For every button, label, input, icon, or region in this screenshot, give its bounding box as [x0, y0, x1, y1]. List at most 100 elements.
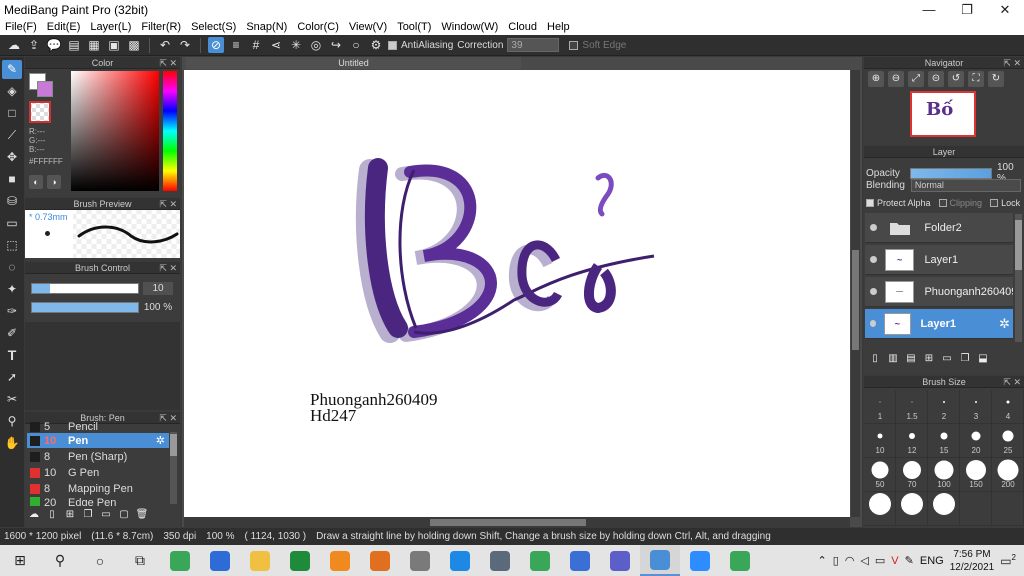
- menu-layer[interactable]: Layer(L): [85, 21, 136, 33]
- brush-size-preset[interactable]: 20: [960, 424, 992, 458]
- fit-icon[interactable]: ⤢: [908, 71, 924, 87]
- clock[interactable]: 7:56 PM 12/2/2021: [950, 548, 995, 574]
- bucket-tool-icon[interactable]: ⛁: [2, 192, 22, 211]
- brush-size-preset[interactable]: [960, 492, 992, 526]
- layer-row[interactable]: ~ Layer1: [865, 245, 1013, 275]
- operation-tool-icon[interactable]: ➚: [2, 368, 22, 387]
- cloud-brush-icon[interactable]: ☁: [27, 508, 41, 522]
- layer-blending-dropdown[interactable]: Normal: [910, 179, 1021, 192]
- message-icon[interactable]: ▤: [66, 37, 82, 53]
- battery-icon[interactable]: ▭: [875, 554, 885, 567]
- canvas-vertical-scrollbar[interactable]: [851, 70, 860, 517]
- divide-tool-icon[interactable]: ✂: [2, 390, 22, 409]
- app-4-taskbar-icon[interactable]: [320, 545, 360, 576]
- delete-icon[interactable]: 🗑: [135, 508, 149, 522]
- panel-close-icon[interactable]: ⇱ ✕: [159, 198, 177, 210]
- snap-off-icon[interactable]: ⊘: [208, 37, 224, 53]
- add-brush-icon[interactable]: ⊞: [63, 508, 77, 522]
- brush-item[interactable]: 8 Mapping Pen: [27, 481, 169, 496]
- select-eraser-tool-icon[interactable]: ✐: [2, 324, 22, 343]
- snap-parallel-icon[interactable]: ≡: [228, 37, 244, 53]
- brush-item[interactable]: 10 G Pen: [27, 465, 169, 480]
- snap-settings-icon[interactable]: ⚙: [368, 37, 384, 53]
- lasso-tool-icon[interactable]: ◌: [2, 258, 22, 277]
- antivirus-icon[interactable]: V: [891, 555, 898, 567]
- text-tool-icon[interactable]: T: [2, 346, 22, 365]
- fill-rect-tool-icon[interactable]: ■: [2, 170, 22, 189]
- protect-alpha-checkbox[interactable]: [866, 199, 874, 207]
- menu-cloud[interactable]: Cloud: [503, 21, 542, 33]
- menu-window[interactable]: Window(W): [436, 21, 503, 33]
- menu-filter[interactable]: Filter(R): [136, 21, 186, 33]
- app-5-taskbar-icon[interactable]: [360, 545, 400, 576]
- app-3-taskbar-icon[interactable]: [280, 545, 320, 576]
- medibang-taskbar-icon[interactable]: [640, 545, 680, 576]
- pen-icon[interactable]: ✎: [905, 554, 914, 567]
- menu-select[interactable]: Select(S): [186, 21, 241, 33]
- snap-vanish-icon[interactable]: ⋖: [268, 37, 284, 53]
- new-8bit-layer-icon[interactable]: ▤: [904, 352, 918, 366]
- brush-size-value[interactable]: 10: [143, 282, 173, 295]
- app-7-taskbar-icon[interactable]: [480, 545, 520, 576]
- wifi-icon[interactable]: ◠: [845, 554, 855, 567]
- zalo-taskbar-icon[interactable]: [440, 545, 480, 576]
- grid-icon[interactable]: ▩: [126, 37, 142, 53]
- lock-checkbox[interactable]: [990, 199, 999, 207]
- zoom-in-icon[interactable]: ⊕: [868, 71, 884, 87]
- brush-size-preset[interactable]: 3: [960, 390, 992, 424]
- brush-size-preset[interactable]: [896, 492, 928, 526]
- panel-close-icon[interactable]: ⇱ ✕: [159, 57, 177, 69]
- task-view-icon[interactable]: ⧉: [120, 545, 160, 576]
- file-explorer-taskbar-icon[interactable]: [240, 545, 280, 576]
- comment-icon[interactable]: 💬: [46, 37, 62, 53]
- color-settings-icon[interactable]: ◑: [47, 175, 61, 189]
- folder-icon[interactable]: ▭: [99, 508, 113, 522]
- redo-icon[interactable]: ↷: [177, 37, 193, 53]
- correction-dropdown[interactable]: 39: [507, 38, 560, 52]
- zoom-reset-icon[interactable]: ⊝: [928, 71, 944, 87]
- duplicate-layer-icon[interactable]: ❐: [958, 352, 972, 366]
- line-tool-icon[interactable]: ⟋: [2, 126, 22, 145]
- select-tool-icon[interactable]: ⬚: [2, 236, 22, 255]
- canvas-horizontal-scrollbar[interactable]: [184, 517, 850, 527]
- layer-list-scrollbar[interactable]: [1015, 214, 1022, 342]
- brush-size-preset[interactable]: 50: [864, 458, 896, 492]
- brush-size-preset[interactable]: 4: [992, 390, 1024, 424]
- canvas-tab[interactable]: Untitled: [186, 57, 521, 69]
- brush-size-preset[interactable]: 2: [928, 390, 960, 424]
- volume-icon[interactable]: ◁: [860, 554, 868, 567]
- cloud-icon[interactable]: ☁: [6, 37, 22, 53]
- brush-item[interactable]: 8 Pen (Sharp): [27, 449, 169, 464]
- maximize-button[interactable]: ❐: [948, 2, 986, 18]
- document-icon[interactable]: ▦: [86, 37, 102, 53]
- undo-icon[interactable]: ↶: [157, 37, 173, 53]
- new-brush-icon[interactable]: ▯: [45, 508, 59, 522]
- brush-size-slider[interactable]: [31, 283, 139, 294]
- menu-help[interactable]: Help: [542, 21, 575, 33]
- zoom-out-icon[interactable]: ⊖: [888, 71, 904, 87]
- fit-window-icon[interactable]: ⛶: [968, 71, 984, 87]
- brush-size-preset[interactable]: [864, 492, 896, 526]
- windows-start-icon[interactable]: ⊞: [0, 545, 40, 576]
- menu-snap[interactable]: Snap(N): [241, 21, 292, 33]
- snap-curve-icon[interactable]: ↪: [328, 37, 344, 53]
- app-10-taskbar-icon[interactable]: [720, 545, 760, 576]
- brush-item-selected[interactable]: 10 Pen ✲: [27, 433, 169, 448]
- layer-row[interactable]: — Phuonganh260409: [865, 277, 1013, 307]
- brush-size-preset[interactable]: 15: [928, 424, 960, 458]
- cortana-icon[interactable]: ○: [80, 545, 120, 576]
- scrollbar-thumb[interactable]: [1015, 220, 1022, 270]
- brush-size-preset[interactable]: [992, 492, 1024, 526]
- palette-icon[interactable]: ◐: [29, 175, 43, 189]
- antialiasing-checkbox[interactable]: [388, 40, 397, 50]
- snap-concentric-icon[interactable]: ◎: [308, 37, 324, 53]
- minimize-button[interactable]: —: [910, 2, 948, 17]
- layer-row-selected[interactable]: ~ Layer1 ✲: [865, 309, 1013, 339]
- panel-close-icon[interactable]: ⇱ ✕: [159, 262, 177, 274]
- eraser-tool-icon[interactable]: ◈: [2, 82, 22, 101]
- share-icon[interactable]: ⇪: [26, 37, 42, 53]
- scrollbar-thumb[interactable]: [852, 250, 859, 350]
- new-halftone-layer-icon[interactable]: ▥: [886, 352, 900, 366]
- hue-slider[interactable]: [163, 71, 177, 191]
- brush-list-scrollbar[interactable]: [170, 432, 177, 504]
